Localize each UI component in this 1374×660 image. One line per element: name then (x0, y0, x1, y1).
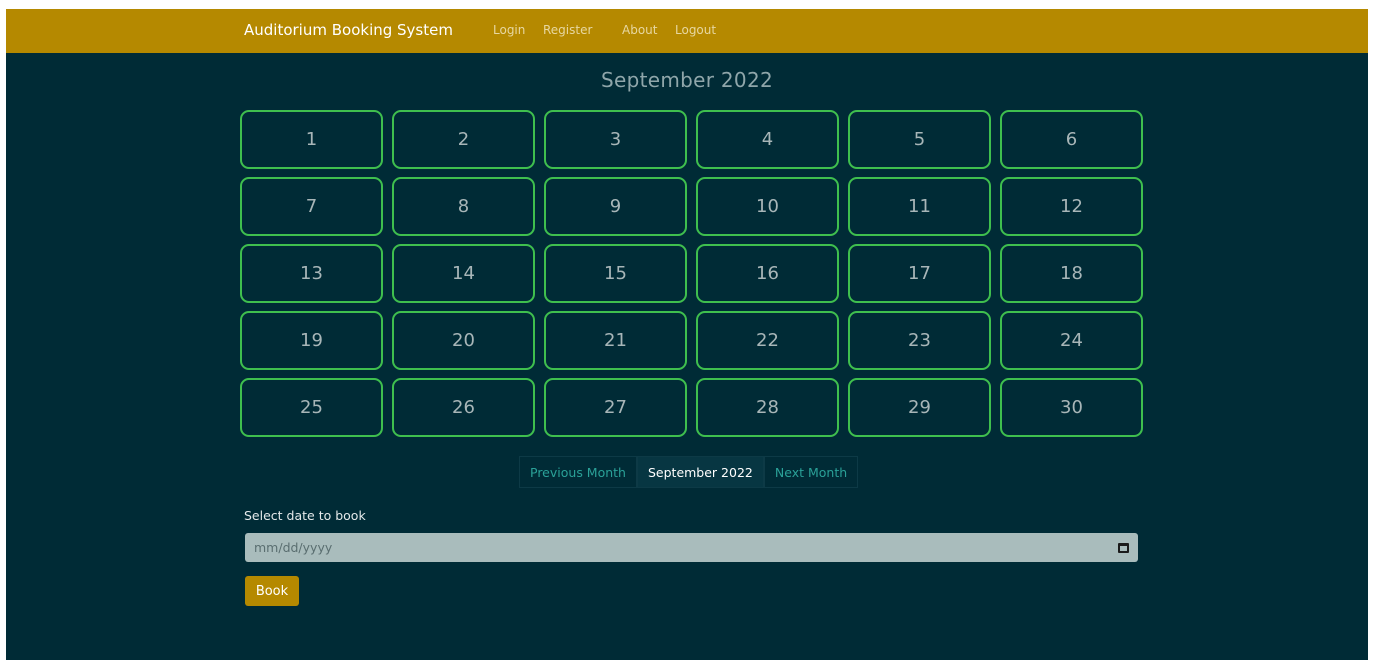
calendar-day[interactable]: 17 (848, 244, 991, 303)
nav-register-link[interactable]: Register (543, 23, 592, 37)
calendar-day[interactable]: 3 (544, 110, 687, 169)
current-month-label: September 2022 (636, 456, 764, 488)
calendar-day[interactable]: 16 (696, 244, 839, 303)
calendar-day[interactable]: 15 (544, 244, 687, 303)
calendar-day[interactable]: 9 (544, 177, 687, 236)
calendar-day[interactable]: 7 (240, 177, 383, 236)
date-input-placeholder: mm/dd/yyyy (254, 540, 333, 555)
date-input[interactable]: mm/dd/yyyy (245, 533, 1138, 562)
next-month-link[interactable]: Next Month (763, 456, 859, 488)
calendar-grid: 1 2 3 4 5 6 7 8 9 10 11 12 13 14 15 16 17 18 19 20 21 22 23 24 2… (240, 110, 1144, 437)
calendar-day[interactable]: 14 (392, 244, 535, 303)
calendar-day[interactable]: 5 (848, 110, 991, 169)
calendar-day[interactable]: 22 (696, 311, 839, 370)
calendar-day[interactable]: 1 (240, 110, 383, 169)
calendar-day[interactable]: 13 (240, 244, 383, 303)
calendar-day[interactable]: 8 (392, 177, 535, 236)
calendar-day[interactable]: 18 (1000, 244, 1143, 303)
calendar-day[interactable]: 29 (848, 378, 991, 437)
book-button[interactable]: Book (245, 576, 299, 606)
calendar-day[interactable]: 2 (392, 110, 535, 169)
previous-month-link[interactable]: Previous Month (519, 456, 637, 488)
calendar-day[interactable]: 25 (240, 378, 383, 437)
month-title: September 2022 (600, 68, 773, 92)
calendar-day[interactable]: 28 (696, 378, 839, 437)
calendar-day[interactable]: 30 (1000, 378, 1143, 437)
calendar-day[interactable]: 21 (544, 311, 687, 370)
calendar-day[interactable]: 26 (392, 378, 535, 437)
nav-login-link[interactable]: Login (493, 23, 525, 37)
calendar-day[interactable]: 12 (1000, 177, 1143, 236)
calendar-day[interactable]: 11 (848, 177, 991, 236)
calendar-day[interactable]: 4 (696, 110, 839, 169)
nav-logout-link[interactable]: Logout (675, 23, 716, 37)
calendar-day[interactable]: 10 (696, 177, 839, 236)
calendar-day[interactable]: 27 (544, 378, 687, 437)
calendar-day[interactable]: 23 (848, 311, 991, 370)
month-pager: Previous Month September 2022 Next Month (519, 456, 859, 488)
calendar-day[interactable]: 19 (240, 311, 383, 370)
calendar-icon[interactable] (1118, 542, 1129, 553)
calendar-day[interactable]: 6 (1000, 110, 1143, 169)
navbar: Auditorium Booking System Login Register… (6, 9, 1368, 53)
nav-about-link[interactable]: About (622, 23, 657, 37)
date-field-label: Select date to book (244, 508, 366, 523)
calendar-day[interactable]: 24 (1000, 311, 1143, 370)
brand-link[interactable]: Auditorium Booking System (244, 21, 453, 39)
calendar-day[interactable]: 20 (392, 311, 535, 370)
